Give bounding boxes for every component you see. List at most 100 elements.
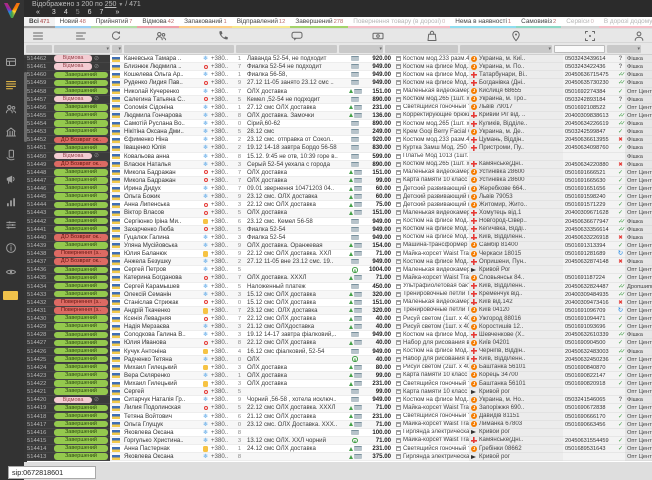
table-row[interactable]: 514444ЗавершенийАнна Липенська+380..322.…: [24, 201, 652, 209]
client-phone[interactable]: +380..: [211, 421, 234, 429]
client-phone[interactable]: +380..: [211, 266, 234, 274]
ttn-number[interactable]: 0501691093696: [563, 323, 616, 331]
tab-Відмова[interactable]: Відмова42: [137, 17, 179, 28]
table-row[interactable]: 514426ЗавершенийКучук Антоніна+380..416.…: [24, 348, 652, 356]
client-phone[interactable]: +380..: [211, 315, 234, 323]
table-row[interactable]: 514457Відмова⊘Салегина Татьяна С..+380..…: [24, 96, 652, 104]
table-row[interactable]: 514424ЗавершенийМихаил Гилецький+380..3О…: [24, 364, 652, 372]
column-header-money-icon[interactable]: [362, 29, 394, 42]
client-phone[interactable]: +380..: [211, 323, 234, 331]
table-row[interactable]: 514419ЗавершенийЛилия Подолинская+380..5…: [24, 404, 652, 412]
ttn-number[interactable]: 20450634226619: [563, 120, 616, 128]
table-row[interactable]: 514454ЗавершенийСамотій Руслана Во..❄+38…: [24, 120, 652, 128]
table-row[interactable]: 514462Відмова⊘Каневська Тамара ..❄+380..…: [24, 55, 652, 63]
table-row[interactable]: 514461Відмова⊘Близнюк Людмила ..+380..7Ф…: [24, 63, 652, 71]
table-row[interactable]: 514458ЗавершенийНиколай Кучеренко❄+380..…: [24, 88, 652, 96]
filter-input-6[interactable]: [385, 45, 458, 53]
sidebar-megaphone-icon[interactable]: [5, 172, 19, 186]
client-phone[interactable]: +380..: [211, 201, 234, 209]
client-phone[interactable]: +380..: [211, 283, 234, 291]
client-phone[interactable]: +380..: [211, 388, 234, 396]
table-row[interactable]: 514450Відмова⊘Ковальова анна❄+380..815.1…: [24, 153, 652, 161]
table-row[interactable]: 514438Повернення (з..Юлия Баланюк+380..9…: [24, 250, 652, 258]
table-row[interactable]: 514452ДО Возврат ок..Єфименко Ніна❄+380.…: [24, 136, 652, 144]
column-header-bag-icon[interactable]: [394, 29, 469, 42]
ttn-number[interactable]: 20450632874148: [563, 258, 616, 266]
client-phone[interactable]: +380..: [211, 96, 234, 104]
ttn-number[interactable]: 20450636613955: [563, 136, 616, 144]
column-header-phone-icon[interactable]: [211, 29, 234, 42]
client-phone[interactable]: +380..: [211, 55, 234, 63]
client-phone[interactable]: +380..: [211, 307, 234, 315]
client-phone[interactable]: +380..: [211, 88, 234, 96]
ttn-number[interactable]: 20450633356614: [563, 226, 616, 234]
ttn-number[interactable]: 20450635730230: [563, 79, 616, 87]
sidebar-sliders-icon[interactable]: [5, 218, 19, 232]
table-row[interactable]: 514437ДО Возврат ок..Анжела Безушку❄+380…: [24, 258, 652, 266]
ttn-number[interactable]: 0501691651656: [563, 185, 616, 193]
pager-page-5[interactable]: 5: [72, 9, 84, 16]
table-row[interactable]: 514432Повернення (з..Станіслав Стрижак+3…: [24, 299, 652, 307]
client-phone[interactable]: +380..: [211, 79, 234, 87]
table-row[interactable]: 514443ЗавершенийВіктор Власов+380..5ОЛХ …: [24, 209, 652, 217]
table-row[interactable]: 514459ЗавершенийРуденко Лидия Пав..+380.…: [24, 79, 652, 87]
filter-input-4[interactable]: [236, 45, 337, 53]
ttn-number[interactable]: 0501692108522: [563, 104, 616, 112]
pager-page-4[interactable]: 4: [60, 9, 72, 16]
pager-first-button[interactable]: «: [32, 9, 44, 16]
ttn-number[interactable]: 20450632824487: [563, 283, 616, 291]
sidebar-callback-icon[interactable]: [5, 148, 19, 162]
sidebar-orders-icon[interactable]: [5, 78, 19, 92]
pager-last-button[interactable]: »: [111, 9, 123, 16]
tab-В дорозі додому[interactable]: В дорозі додому0: [599, 17, 652, 28]
sidebar-info-icon[interactable]: [5, 241, 19, 255]
column-header-chat-icon[interactable]: [245, 29, 348, 42]
client-phone[interactable]: +380..: [211, 274, 234, 282]
table-row[interactable]: 514416ЗавершенийЯковлева Оксана❄+380..81…: [24, 429, 652, 437]
filter-input-8[interactable]: [554, 45, 605, 53]
client-phone[interactable]: +380..: [211, 128, 234, 136]
ttn-number[interactable]: 20450632483003: [563, 348, 616, 356]
table-row[interactable]: 514446ЗавершенийИрина Дидух❄+380..709.01…: [24, 185, 652, 193]
ttn-number[interactable]: 20450632610339: [563, 331, 616, 339]
client-phone[interactable]: +380..: [211, 396, 234, 404]
filter-input-2[interactable]: ▾: [112, 45, 122, 53]
table-row[interactable]: 514431Повернення (з..Андрій Ткаченко+380…: [24, 307, 652, 315]
filter-input-3[interactable]: [124, 45, 234, 53]
table-row[interactable]: 514429ЗавершенийНадія Мерзаєва❄+380..321…: [24, 323, 652, 331]
client-phone[interactable]: +380..: [211, 445, 234, 453]
sidebar-bank-icon[interactable]: [5, 125, 19, 139]
client-phone[interactable]: +380..: [211, 437, 234, 445]
column-header-list-icon[interactable]: [24, 29, 52, 42]
filter-input-9[interactable]: ▾: [607, 45, 641, 53]
table-row[interactable]: 514449ДО Возврат ок..Власюк Наталья❄+380…: [24, 161, 652, 169]
table-row[interactable]: 514415ЗавершенийГоргулько Христина..❄+38…: [24, 437, 652, 445]
table-row[interactable]: 514460ЗавершенийКошелева Ольга Ар..❄+380…: [24, 71, 652, 79]
ttn-number[interactable]: 0501692274384: [563, 88, 616, 96]
client-phone[interactable]: +380..: [211, 364, 234, 372]
ttn-number[interactable]: 0503242893184: [563, 96, 616, 104]
ttn-number[interactable]: 0501690904500: [563, 339, 616, 347]
column-header-barcode-icon[interactable]: [563, 29, 616, 42]
tab-Повернення товару (в дорозі)[interactable]: Повернення товару (в дорозі)0: [348, 17, 450, 28]
client-phone[interactable]: +380..: [211, 104, 234, 112]
client-phone[interactable]: +380..: [211, 185, 234, 193]
filter-input-0[interactable]: [26, 45, 52, 53]
ttn-number[interactable]: 0503242599847: [563, 128, 616, 136]
client-phone[interactable]: +380..: [211, 429, 234, 437]
ttn-number[interactable]: 0501691096709: [563, 307, 616, 315]
client-phone[interactable]: +380..: [211, 218, 234, 226]
ttn-number[interactable]: 20400309473416: [563, 299, 616, 307]
table-row[interactable]: 514433ЗавершенийОлексій Семанін❄+380..31…: [24, 291, 652, 299]
ttn-number[interactable]: 0501691094471: [563, 315, 616, 323]
pager-page-3[interactable]: 3: [48, 9, 60, 16]
tab-Самовивіз[interactable]: Самовивіз2: [516, 17, 561, 28]
client-phone[interactable]: +380..: [211, 144, 234, 152]
table-row[interactable]: 514448ЗавершенийМикола Бадражан+380..7ОЛ…: [24, 169, 652, 177]
table-row[interactable]: 514447ЗавершенийМикола Бадражан+380..7ОЛ…: [24, 177, 652, 185]
ttn-number[interactable]: 0501690672838: [563, 404, 616, 412]
ttn-number[interactable]: 20450634098760: [563, 144, 616, 152]
vertical-scrollbar[interactable]: [24, 58, 27, 462]
client-phone[interactable]: +380..: [211, 136, 234, 144]
client-phone[interactable]: +380..: [211, 258, 234, 266]
